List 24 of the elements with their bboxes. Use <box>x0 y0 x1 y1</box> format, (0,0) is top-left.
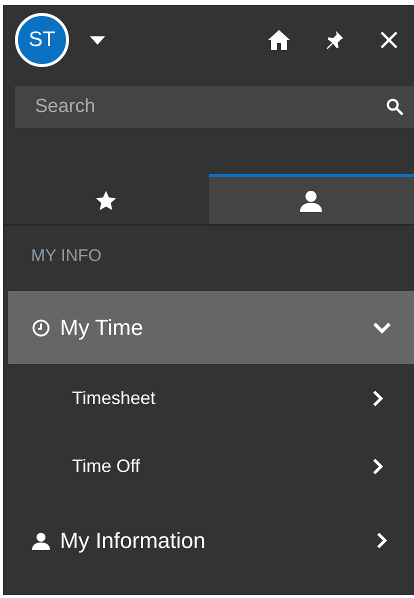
menu-label: My Information <box>60 528 206 554</box>
home-icon <box>267 28 291 52</box>
tab[interactable] <box>208 174 414 224</box>
clock-icon <box>32 318 50 336</box>
menu-item[interactable]: My Information <box>8 504 414 577</box>
chevron-right-icon <box>376 531 388 550</box>
submenu-label: Timesheet <box>72 388 156 408</box>
star-icon <box>94 190 117 212</box>
section-heading: MY INFO <box>30 245 103 267</box>
submenu-item[interactable]: Time Off <box>3 432 414 500</box>
search-field[interactable]: Search <box>15 86 414 128</box>
avatar[interactable]: ST <box>15 13 69 67</box>
menu-label: My Time <box>60 314 144 340</box>
person-icon <box>300 190 322 212</box>
close-icon <box>379 30 399 50</box>
submenu-label: Time Off <box>72 456 142 476</box>
search-icon <box>386 98 404 116</box>
caret-icon <box>88 34 106 46</box>
person-icon <box>32 532 50 550</box>
chevron-right-icon <box>372 456 384 476</box>
chevron-down-icon <box>372 320 392 334</box>
menu-item[interactable]: My Time <box>8 291 414 364</box>
chevron-right-icon <box>372 388 384 408</box>
submenu-item[interactable]: Timesheet <box>3 364 414 432</box>
